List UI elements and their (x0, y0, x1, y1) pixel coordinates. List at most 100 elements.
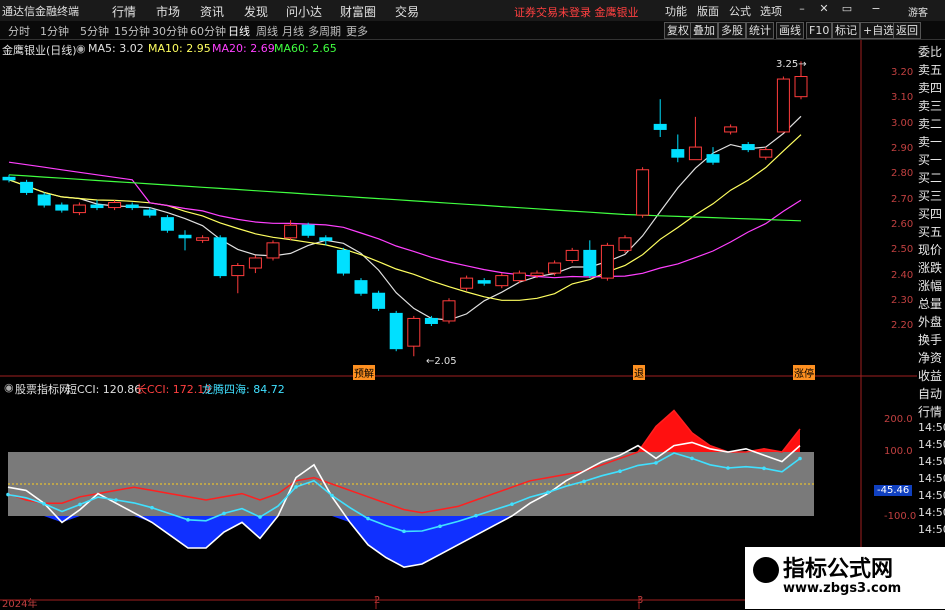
candle-body (213, 237, 227, 277)
cci-negative-area (8, 516, 800, 568)
short-cci-label: 短CCI: 120.86 (66, 383, 142, 396)
tf-5min[interactable]: 5分钟 (80, 23, 109, 39)
side-sell2: 卖二 (918, 117, 943, 131)
ma60-line (8, 174, 802, 222)
tf-15min[interactable]: 15分钟 (114, 23, 150, 39)
indicator-settings-icon[interactable]: ◉ (4, 381, 14, 394)
timeframe-bar: 分时 1分钟 5分钟 15分钟 30分钟 60分钟 日线 周线 月线 多周期 更… (0, 21, 945, 40)
menu-gongshi[interactable]: 公式 (729, 3, 751, 19)
tongji-button[interactable]: 统计 (746, 22, 774, 39)
low-annotation: ←2.05 (426, 356, 457, 367)
time-label: 14:50 (918, 472, 945, 485)
event-tag[interactable]: 退 (633, 365, 645, 380)
login-notice[interactable]: 证券交易未登录 金鹰银业 (514, 4, 639, 20)
candle-body (424, 317, 438, 324)
fuquan-button[interactable]: 复权 (664, 22, 692, 39)
side-netasset: 净资 (918, 351, 943, 365)
price-tick: 3.00 (891, 118, 914, 129)
event-tag[interactable]: 预解 (353, 365, 375, 380)
price-tick: 2.80 (891, 168, 914, 179)
menu-caifuquan[interactable]: 财富圈 (340, 3, 376, 20)
menu-xuanxiang[interactable]: 选项 (760, 3, 782, 19)
menu-gongneng[interactable]: 功能 (665, 3, 687, 19)
candle-body (20, 181, 34, 193)
cci-tick: 100.0 (884, 446, 913, 457)
dragon-point (510, 502, 514, 506)
tf-day[interactable]: 日线 (228, 23, 250, 39)
app-title: 通达信金融终端 (2, 5, 79, 18)
side-buy4: 买四 (918, 207, 943, 221)
axis-year: 2024年 (2, 599, 38, 610)
candle-body (125, 204, 139, 209)
candle-body (336, 249, 350, 274)
collapse-icon[interactable]: − (870, 2, 882, 16)
candle-body (160, 217, 174, 231)
menu-hangqing[interactable]: 行情 (112, 3, 136, 20)
dragon-point (222, 511, 226, 516)
f10-button[interactable]: F10 (806, 22, 833, 39)
menu-faxian[interactable]: 发现 (244, 3, 268, 20)
restore-icon[interactable]: ▭ (841, 2, 853, 16)
biaoji-button[interactable]: 标记 (832, 22, 860, 39)
side-quote[interactable]: 行情 (918, 406, 942, 418)
dragon-point (798, 456, 802, 461)
stock-title: 金鹰银业(日线) (2, 44, 77, 57)
dragon-point (294, 485, 298, 489)
price-tick: 2.90 (891, 143, 914, 154)
candle-body (55, 204, 69, 211)
tf-60min[interactable]: 60分钟 (190, 23, 226, 39)
watermark-logo-icon (753, 557, 779, 583)
candle-body (108, 202, 122, 209)
tf-month[interactable]: 月线 (282, 23, 304, 39)
huaxian-button[interactable]: 画线 (776, 22, 804, 39)
axis-month: 3 (637, 595, 644, 606)
candle-body (477, 280, 491, 284)
settings-icon[interactable]: ◉ (76, 42, 86, 55)
tf-more[interactable]: 更多 (346, 23, 368, 39)
candle-body (37, 194, 51, 206)
candle-body (460, 277, 474, 289)
zixuan-button[interactable]: +自选 (860, 22, 898, 39)
candle-body (618, 237, 632, 251)
watermark-url: www.zbgs3.com (783, 581, 902, 596)
time-label: 14:50 (918, 421, 945, 434)
tf-1min[interactable]: 1分钟 (40, 23, 69, 39)
dragon-line (7, 452, 801, 533)
cci-tick: -100.0 (884, 511, 917, 522)
current-value-badge: -45.46 (874, 485, 913, 496)
tf-multi[interactable]: 多周期 (308, 23, 341, 39)
candle-body (389, 312, 403, 350)
menu-banmian[interactable]: 版面 (697, 3, 719, 19)
candle-body (301, 224, 315, 236)
candle-body (248, 257, 262, 269)
candle-body (530, 272, 544, 277)
tf-week[interactable]: 周线 (256, 23, 278, 39)
guest-label[interactable]: 游客 (908, 4, 928, 19)
diejia-button[interactable]: 叠加 (690, 22, 718, 39)
menu-wenxiaoda[interactable]: 问小达 (286, 3, 322, 20)
candle-body (741, 144, 755, 151)
menu-shichang[interactable]: 市场 (156, 3, 180, 20)
event-tag[interactable]: 涨停 (793, 365, 815, 380)
menu-jiaoyi[interactable]: 交易 (395, 3, 419, 20)
indicator-name: 股票指标网 (15, 383, 70, 396)
candle-body (231, 265, 245, 277)
tf-fenshi[interactable]: 分时 (8, 23, 30, 39)
menu-zixun[interactable]: 资讯 (200, 3, 224, 20)
side-turnover: 换手 (918, 333, 943, 347)
ma60-label: MA60: 2.65 (274, 42, 337, 55)
candle-body (442, 300, 456, 322)
high-value: 3.25 (776, 59, 799, 70)
dragon-point (78, 502, 82, 507)
duogu-button[interactable]: 多股 (718, 22, 746, 39)
low-value: 2.05 (434, 356, 457, 367)
ma5-line (8, 115, 802, 321)
side-volume: 总量 (918, 297, 943, 311)
back-button[interactable]: 返回 (893, 22, 921, 39)
close-icon[interactable]: ✕ (818, 2, 830, 16)
minimize-icon[interactable]: – (796, 2, 808, 16)
tf-30min[interactable]: 30分钟 (152, 23, 188, 39)
side-auto[interactable]: 自动 (918, 388, 942, 400)
time-label: 14:50 (918, 489, 945, 502)
price-tick: 2.30 (891, 295, 914, 306)
